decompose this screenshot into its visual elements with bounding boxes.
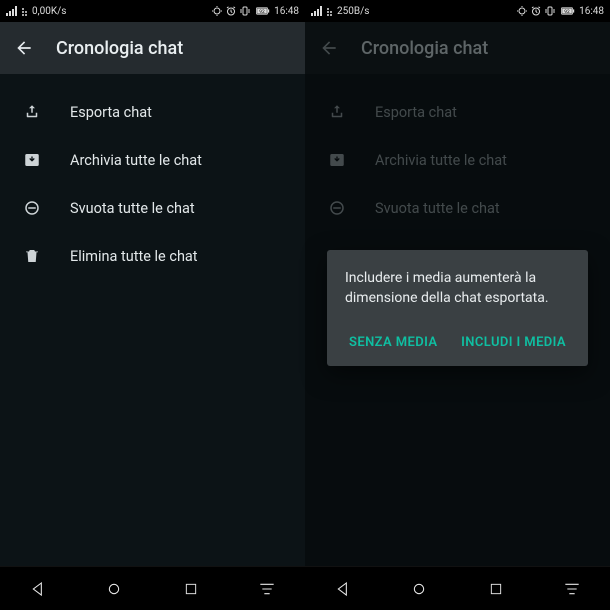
menu-item-label: Esporta chat <box>70 104 152 121</box>
clock-time: 16:48 <box>579 6 604 17</box>
battery-icon: 92 <box>254 6 270 16</box>
menu-export-chat: Esporta chat <box>305 88 610 136</box>
dialog-message: Includere i media aumenterà la dimension… <box>345 268 570 309</box>
include-media-button[interactable]: INCLUDI I MEDIA <box>457 327 570 358</box>
navbar <box>0 566 305 610</box>
delete-icon <box>22 246 42 266</box>
page-title: Cronologia chat <box>361 38 488 59</box>
menu-item-label: Svuota tutte le chat <box>375 200 500 217</box>
nav-back[interactable] <box>323 569 363 609</box>
archive-icon <box>22 150 42 170</box>
menu-item-label: Esporta chat <box>375 104 457 121</box>
phone-left: 0,00K/s 92 16:48 Cronologia chat Esporta… <box>0 0 305 610</box>
svg-text:92: 92 <box>259 9 265 15</box>
navbar <box>305 566 610 610</box>
menu-item-label: Svuota tutte le chat <box>70 200 195 217</box>
eye-comfort-icon <box>212 6 222 16</box>
menu-item-label: Archivia tutte le chat <box>375 152 507 169</box>
export-icon <box>327 102 347 122</box>
menu-item-label: Elimina tutte le chat <box>70 248 198 265</box>
menu-archive-all[interactable]: Archivia tutte le chat <box>0 136 305 184</box>
nav-back[interactable] <box>18 569 58 609</box>
menu-clear-all: Svuota tutte le chat <box>305 184 610 232</box>
archive-icon <box>327 150 347 170</box>
signal-dots-icon <box>22 6 28 16</box>
battery-icon: 92 <box>559 6 575 16</box>
nav-home[interactable] <box>399 569 439 609</box>
signal-icon <box>6 6 18 16</box>
network-speed: 250B/s <box>337 6 369 17</box>
statusbar: 0,00K/s 92 16:48 <box>0 0 305 22</box>
menu-delete-all[interactable]: Elimina tutte le chat <box>0 232 305 280</box>
page-title: Cronologia chat <box>56 38 183 59</box>
alarm-icon <box>531 6 541 16</box>
menu-archive-all: Archivia tutte le chat <box>305 136 610 184</box>
menu-export-chat[interactable]: Esporta chat <box>0 88 305 136</box>
clear-icon <box>327 198 347 218</box>
svg-text:92: 92 <box>564 9 570 15</box>
statusbar: 250B/s 92 16:48 <box>305 0 610 22</box>
export-media-dialog: Includere i media aumenterà la dimension… <box>327 250 588 366</box>
menu-clear-all[interactable]: Svuota tutte le chat <box>0 184 305 232</box>
appbar: Cronologia chat <box>0 22 305 74</box>
nav-recent[interactable] <box>476 569 516 609</box>
back-icon[interactable] <box>319 38 339 58</box>
nav-menu[interactable] <box>552 569 592 609</box>
vibrate-icon <box>240 6 250 16</box>
back-icon[interactable] <box>14 38 34 58</box>
appbar: Cronologia chat <box>305 22 610 74</box>
signal-icon <box>311 6 323 16</box>
nav-menu[interactable] <box>247 569 287 609</box>
phone-right: 250B/s 92 16:48 Cronologia chat Esporta … <box>305 0 610 610</box>
content: Esporta chat Archivia tutte le chat Svuo… <box>0 74 305 566</box>
eye-comfort-icon <box>517 6 527 16</box>
without-media-button[interactable]: SENZA MEDIA <box>345 327 441 358</box>
clock-time: 16:48 <box>274 6 299 17</box>
menu-item-label: Archivia tutte le chat <box>70 152 202 169</box>
signal-dots-icon <box>327 6 333 16</box>
alarm-icon <box>226 6 236 16</box>
vibrate-icon <box>545 6 555 16</box>
export-icon <box>22 102 42 122</box>
nav-recent[interactable] <box>171 569 211 609</box>
nav-home[interactable] <box>94 569 134 609</box>
network-speed: 0,00K/s <box>32 6 66 17</box>
clear-icon <box>22 198 42 218</box>
